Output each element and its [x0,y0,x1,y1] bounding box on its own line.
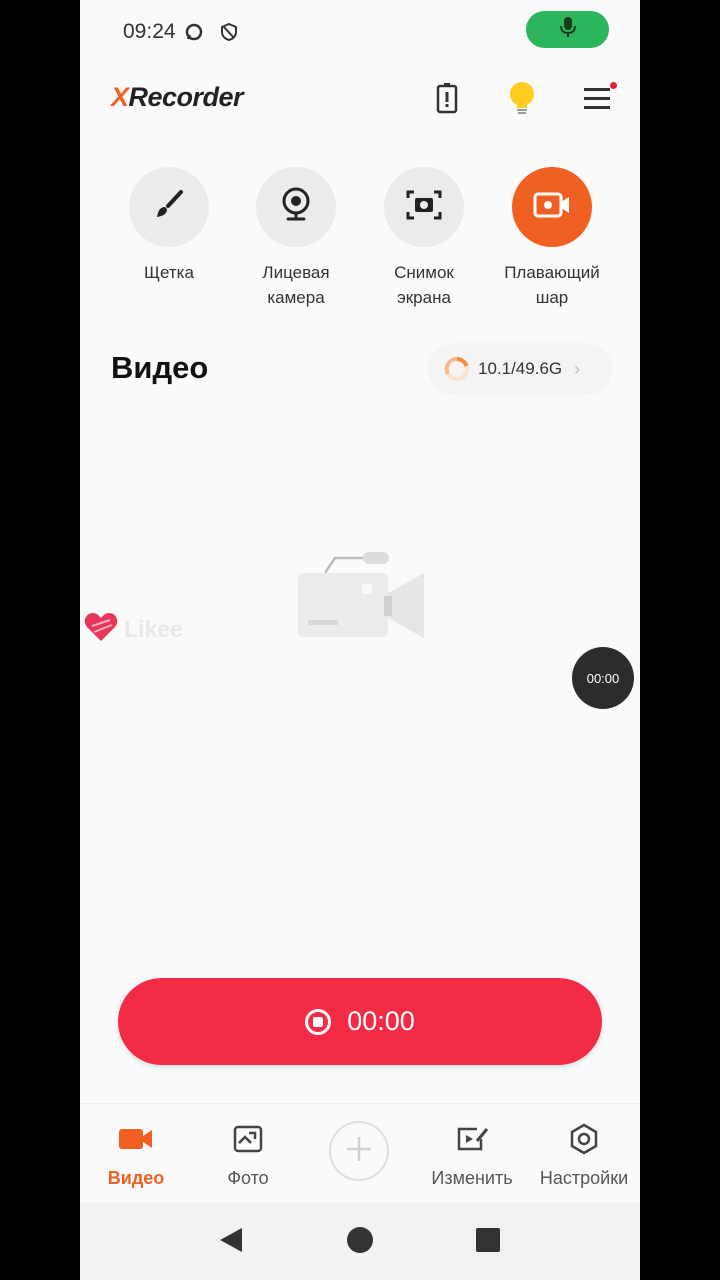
app-logo: XRecorder [111,82,244,112]
menu-button[interactable] [575,78,619,122]
heart-icon [84,612,118,647]
record-time: 00:00 [347,1006,415,1036]
app-bar: XRecorder [80,62,640,142]
nav-edit[interactable]: Изменить [416,1122,528,1189]
nav-settings-label: Настройки [539,1168,629,1188]
photo-icon [192,1122,304,1156]
back-button[interactable] [216,1227,246,1257]
video-camera-icon [80,1122,192,1156]
nav-edit-label: Изменить [431,1168,513,1188]
tool-brush[interactable]: Щетка [105,167,233,285]
storage-ring-icon [444,356,470,382]
tool-face-camera[interactable]: Лицевая камера [232,167,360,310]
nav-video[interactable]: Видео [80,1122,192,1189]
shield-icon [219,22,239,42]
edit-video-icon [416,1122,528,1156]
status-time: 09:24 [123,20,176,43]
nav-settings[interactable]: Настройки [528,1122,640,1189]
storage-indicator[interactable]: 10.1/49.6G › [428,343,612,395]
plus-icon [345,1135,373,1168]
tool-floating-ball-circle[interactable] [512,167,592,247]
nav-photo-label: Фото [227,1168,269,1188]
storage-text: 10.1/49.6G [478,359,563,378]
status-bar: 09:24 [80,0,640,62]
likee-text: Likee [124,616,183,642]
floating-timer-ball[interactable]: 00:00 [572,647,634,709]
chevron-right-icon: › [574,358,581,379]
recents-square-icon [475,1227,501,1258]
tool-brush-circle[interactable] [129,167,209,247]
battery-alert-icon [436,82,458,119]
floating-ball-icon [532,190,572,225]
phone-screen: 09:24 XRecorder Щетка Лицевая камера Сни… [80,0,640,1280]
battery-alert-button[interactable] [425,78,469,122]
webcam-icon [280,187,312,228]
tool-floating-ball[interactable]: Плавающий шар [488,167,616,310]
system-nav-bar [80,1203,640,1280]
notification-dot [610,82,617,89]
settings-icon [528,1122,640,1156]
nav-video-label: Видео [107,1168,165,1188]
lightbulb-icon [507,80,537,121]
mic-indicator[interactable] [526,11,609,48]
messenger-icon [184,22,204,42]
tool-screenshot-label: Снимок экрана [394,263,454,307]
empty-video-illustration [290,548,430,648]
tip-button[interactable] [500,78,544,122]
tool-face-camera-label: Лицевая камера [262,263,330,307]
recents-button[interactable] [473,1227,503,1257]
screenshot-icon [406,188,442,227]
menu-icon [584,87,610,114]
tool-screenshot-circle[interactable] [384,167,464,247]
home-circle-icon [346,1226,374,1259]
tool-face-camera-circle[interactable] [256,167,336,247]
stop-icon [305,1008,332,1035]
likee-watermark: Likee [84,612,183,647]
tool-screenshot[interactable]: Снимок экрана [360,167,488,310]
section-title: Видео [111,350,209,385]
add-button[interactable] [329,1121,389,1181]
tool-brush-label: Щетка [144,263,194,282]
microphone-icon [559,16,576,43]
tools-row: Щетка Лицевая камера Снимок экрана Плава… [80,167,640,317]
home-button[interactable] [345,1226,375,1259]
record-button[interactable]: 00:00 [118,978,602,1065]
tool-floating-ball-label: Плавающий шар [504,263,600,307]
brush-icon [152,188,186,227]
back-triangle-icon [218,1226,244,1259]
nav-photo[interactable]: Фото [192,1122,304,1189]
